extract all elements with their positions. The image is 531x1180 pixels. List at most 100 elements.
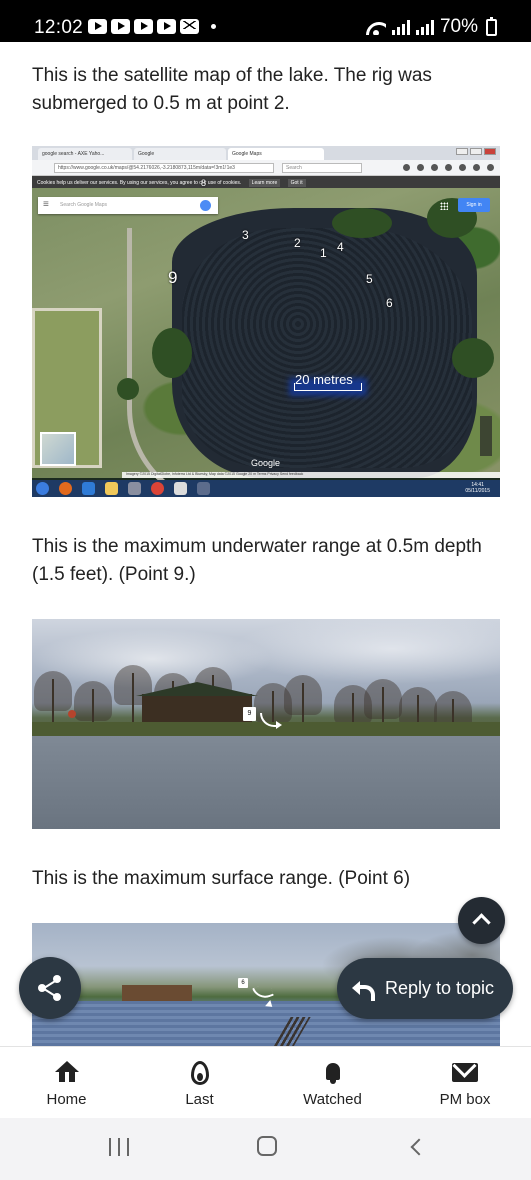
share-icon: [38, 975, 62, 1001]
browser-tabs: google search - AXE Yaho... Google Googl…: [32, 146, 500, 160]
app-icon: [197, 482, 210, 495]
tab-last[interactable]: Last: [133, 1047, 266, 1119]
post-paragraph: This is the maximum underwater range at …: [32, 536, 482, 585]
scale-label: 20 metres: [295, 372, 353, 387]
mail-icon: [452, 1063, 478, 1082]
youtube-icon: [134, 19, 153, 34]
browser-tab: Google: [134, 148, 226, 160]
tree: [452, 338, 494, 378]
flame-icon: [190, 1061, 209, 1085]
scroll-to-top-button[interactable]: [458, 897, 505, 944]
window-controls: [456, 148, 496, 155]
media-icon: [128, 482, 141, 495]
start-icon: [36, 482, 49, 495]
url-field: https://www.google.co.uk/maps/@54.217602…: [54, 163, 274, 173]
app-icon: [174, 482, 187, 495]
status-time: 12:02: [34, 17, 84, 38]
chrome-icon: [151, 482, 164, 495]
post-paragraph: This is the maximum surface range. (Poin…: [32, 868, 411, 889]
share-button[interactable]: [19, 957, 81, 1019]
point-label: 4: [337, 240, 344, 254]
point-label: 3: [242, 228, 249, 242]
post-paragraph: This is the satellite map of the lake. T…: [32, 65, 432, 114]
satellite-map-image[interactable]: google search - AXE Yaho... Google Googl…: [32, 146, 500, 497]
recents-button[interactable]: [109, 1138, 129, 1156]
arrow-head: [276, 721, 282, 729]
reply-icon: [352, 981, 375, 1001]
tab-label: Home: [46, 1091, 87, 1108]
status-bar: 12:02 70%: [0, 0, 531, 42]
tab-label: Watched: [303, 1091, 362, 1108]
boathouse: [136, 682, 258, 724]
google-logo: Google: [251, 458, 281, 468]
post-content[interactable]: This is the satellite map of the lake. T…: [0, 42, 531, 1046]
arrow: [252, 982, 274, 1002]
home-button[interactable]: [257, 1136, 277, 1156]
mail-icon: [180, 19, 199, 34]
status-right: 70%: [366, 16, 497, 38]
tree: [117, 378, 139, 400]
zoom-control: [480, 416, 492, 456]
point-label: 1: [320, 246, 327, 260]
folder-icon: [105, 482, 118, 495]
tab-label: PM box: [439, 1091, 491, 1108]
browser-tab: Google Maps: [228, 148, 324, 160]
signal-icon: [415, 19, 434, 35]
reply-label: Reply to topic: [385, 978, 495, 998]
lake-photo-underwater-range[interactable]: 9: [32, 619, 500, 829]
tree: [332, 208, 392, 238]
tree: [152, 328, 192, 378]
directions-icon: [200, 200, 211, 211]
cookie-notice: Cookies help us deliver our services. By…: [32, 176, 500, 188]
bottom-tab-bar: Home Last Watched PM box: [0, 1046, 531, 1118]
point-label: 2: [294, 236, 301, 250]
red-sign: [68, 710, 76, 718]
buildings: [122, 985, 192, 1001]
taskbar-date: 05/11/2015: [465, 488, 490, 494]
youtube-icon: [88, 19, 107, 34]
browser-tab: google search - AXE Yaho...: [38, 148, 132, 160]
windows-taskbar: 14:41 05/11/2015: [32, 480, 500, 497]
battery-icon: [486, 16, 497, 36]
browser-search: Search: [282, 163, 362, 173]
map-thumbnail: [40, 432, 76, 466]
tab-label: Last: [185, 1091, 214, 1108]
tab-pm-box[interactable]: PM box: [399, 1047, 531, 1119]
dot-icon: [211, 24, 216, 29]
apps-grid-icon: [440, 202, 448, 210]
home-icon: [54, 1061, 79, 1083]
satellite-map: 3 2 1 4 5 6 8 9 20 metres Google: [32, 178, 500, 497]
map-sign-in: Sign in: [458, 198, 490, 212]
address-bar: https://www.google.co.uk/maps/@54.217602…: [32, 160, 500, 176]
lake-texture: [182, 228, 472, 468]
ie-icon: [82, 482, 95, 495]
tab-watched[interactable]: Watched: [266, 1047, 399, 1119]
youtube-icon: [111, 19, 130, 34]
map-search-box: Search Google Maps: [38, 197, 218, 214]
taskbar-icons: [36, 482, 210, 495]
battery-percent: 70%: [439, 16, 478, 37]
point-marker: 9: [243, 707, 256, 721]
point-label: 8: [201, 178, 207, 188]
signal-icon: [391, 19, 410, 35]
cookie-got-it: Got it: [287, 179, 306, 187]
point-label: 6: [386, 296, 393, 310]
reply-to-topic-button[interactable]: Reply to topic: [337, 958, 513, 1019]
tab-home[interactable]: Home: [0, 1047, 133, 1119]
firefox-icon: [59, 482, 72, 495]
system-nav-bar: [0, 1118, 531, 1180]
taskbar-clock: 14:41 05/11/2015: [465, 482, 490, 494]
point-label: 5: [366, 272, 373, 286]
wifi-icon: [366, 20, 386, 35]
point-label: 9: [168, 268, 178, 287]
cookie-learn-more: Learn more: [248, 179, 281, 187]
lake-water: [32, 736, 500, 829]
bell-icon: [321, 1061, 345, 1085]
map-attribution: Imagery ©2015 DigitalGlobe, Infoterra Lt…: [122, 472, 500, 478]
notification-icons: [88, 19, 216, 34]
back-button[interactable]: [410, 1138, 428, 1156]
point-marker: 6: [238, 978, 248, 988]
cookie-text: Cookies help us deliver our services. By…: [37, 180, 242, 186]
youtube-icon: [157, 19, 176, 34]
browser-toolbar-icons: [403, 164, 494, 171]
